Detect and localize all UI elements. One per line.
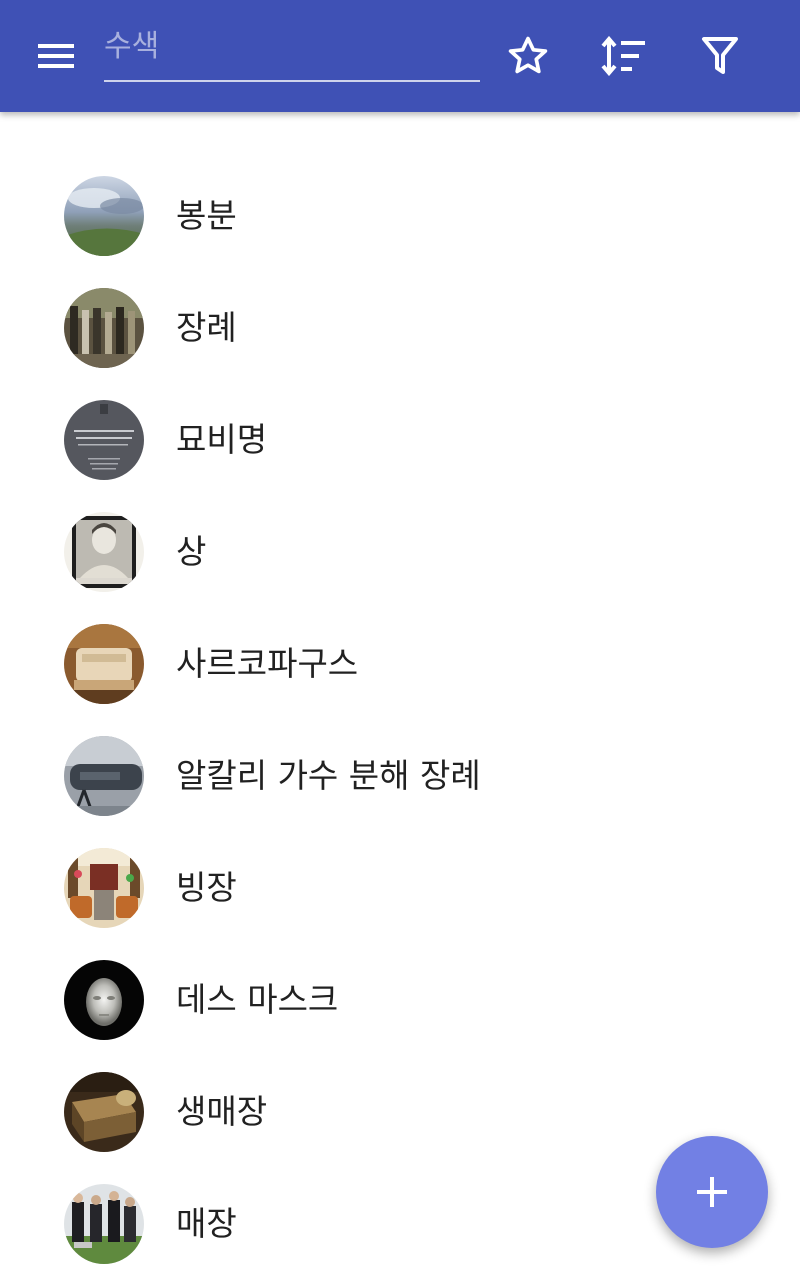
star-outline-icon (508, 36, 548, 74)
hamburger-menu-icon (38, 44, 74, 68)
alkaline-hydrolysis-thumbnail (64, 736, 144, 816)
funeral-procession-thumbnail (64, 288, 144, 368)
portrait-stamp-thumbnail (64, 512, 144, 592)
coffin-thumbnail (64, 1072, 144, 1152)
article-list: 봉분 장례 묘비명 상 사르코파구스 알칼리 가수 분해 장례 빙장 데스 마스… (0, 160, 800, 1280)
menu-button[interactable] (24, 24, 88, 88)
filter-button[interactable] (688, 24, 752, 88)
item-title: 데스 마스크 (176, 980, 339, 1019)
plus-icon (697, 1177, 727, 1207)
list-item[interactable]: 상 (0, 496, 800, 608)
search-field (104, 22, 480, 82)
item-title: 묘비명 (176, 420, 268, 459)
burial-ceremony-thumbnail (64, 1184, 144, 1264)
sarcophagus-thumbnail (64, 624, 144, 704)
item-title: 매장 (176, 1204, 237, 1243)
item-title: 알칼리 가수 분해 장례 (176, 756, 481, 795)
list-item[interactable]: 데스 마스크 (0, 944, 800, 1056)
item-title: 생매장 (176, 1092, 268, 1131)
search-input[interactable] (104, 22, 480, 70)
list-item[interactable]: 묘비명 (0, 384, 800, 496)
app-screen: 봉분 장례 (0, 0, 800, 1280)
item-title: 봉분 (176, 196, 237, 235)
epitaph-plaque-thumbnail (64, 400, 144, 480)
list-item[interactable]: 사르코파구스 (0, 608, 800, 720)
item-title: 빙장 (176, 868, 237, 907)
list-item[interactable]: 장례 (0, 272, 800, 384)
death-mask-thumbnail (64, 960, 144, 1040)
item-title: 상 (176, 532, 207, 571)
top-app-bar (0, 0, 800, 112)
sort-icon (601, 36, 645, 76)
sort-button[interactable] (592, 24, 656, 88)
filter-icon (702, 37, 738, 74)
item-title: 사르코파구스 (176, 644, 359, 683)
item-title: 장례 (176, 308, 237, 347)
mound-thumbnail (64, 176, 144, 256)
list-item[interactable]: 봉분 (0, 160, 800, 272)
ice-burial-room-thumbnail (64, 848, 144, 928)
list-item[interactable]: 알칼리 가수 분해 장례 (0, 720, 800, 832)
add-button[interactable] (656, 1136, 768, 1248)
favorites-button[interactable] (496, 24, 560, 88)
list-item[interactable]: 빙장 (0, 832, 800, 944)
